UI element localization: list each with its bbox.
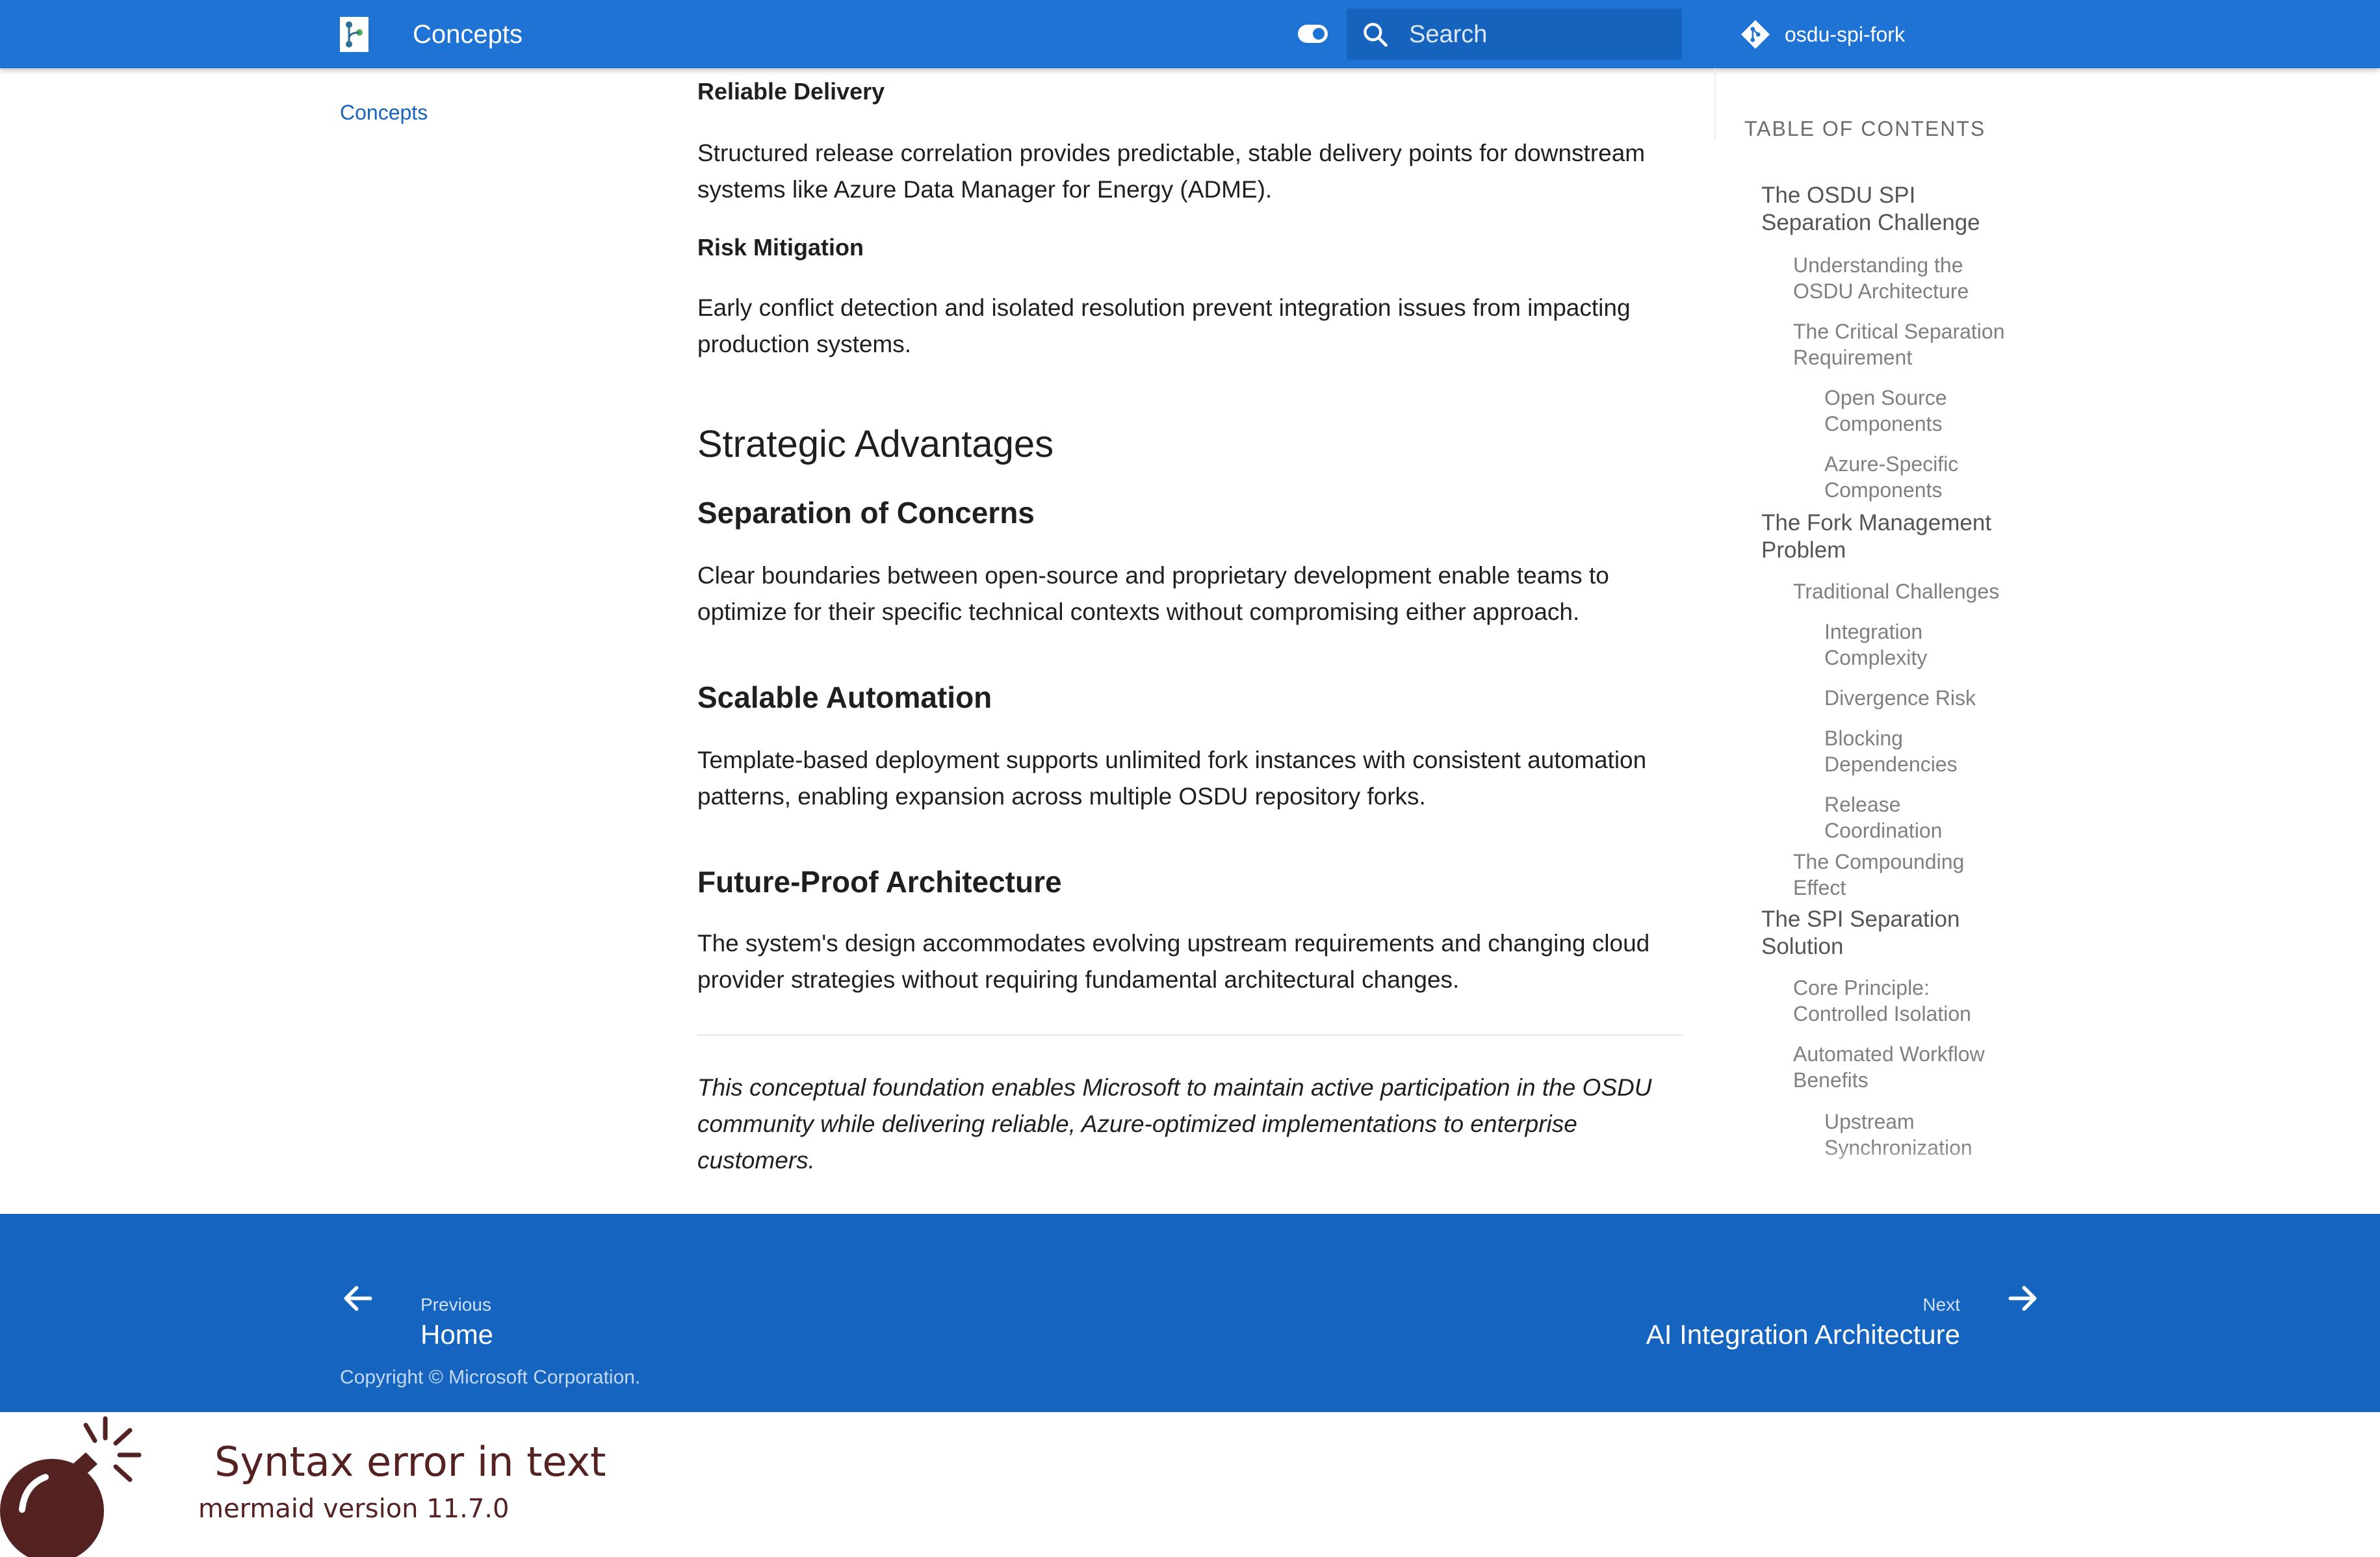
toc-item-label: Solution [1761,934,1844,959]
toc-item-label: Components [1824,478,1943,502]
toc-item[interactable]: Traditional Challenges [1793,578,2040,604]
closing-statement-3: customers. [697,1147,815,1174]
previous-caption: Previous [420,1294,491,1315]
theme-toggle-icon[interactable] [1298,25,1328,43]
toc-item-label: Controlled Isolation [1793,1002,1971,1025]
toc-item[interactable]: Divergence Risk [1824,685,2019,711]
arrow-left-icon [344,1285,372,1311]
toc-item-label: The Fork Management [1761,510,1992,535]
horizontal-divider [697,1035,1683,1036]
toc-item-label: The SPI Separation [1761,907,1960,932]
previous-title: Home [420,1319,494,1350]
toc-item-label: Complexity [1824,646,1928,669]
toc-item[interactable]: Blocking Dependencies [1824,725,2019,777]
separation-of-concerns-text-1: Clear boundaries between open-source and… [697,562,1609,589]
toc-item[interactable]: Release Coordination [1824,791,2019,843]
toc-item[interactable]: The Fork Management Problem [1761,509,2021,564]
scalable-automation-heading: Scalable Automation [697,680,992,714]
footer: Previous Home Next AI Integration Archit… [0,1214,2380,1412]
reliable-delivery-text-1: Structured release correlation provides … [697,140,1646,166]
next-caption: Next [1922,1294,1960,1315]
toc-item[interactable]: Integration Complexity [1824,619,2019,671]
search-box[interactable] [1347,8,1682,61]
toc-item-label: Integration [1824,620,1923,643]
separation-of-concerns-text-2: optimize for their specific technical co… [697,598,1580,625]
next-page-link[interactable]: Next AI Integration Architecture [1521,1253,2041,1350]
future-proof-text-1: The system's design accommodates evolvin… [697,930,1650,957]
toc-item-label: Azure-Specific [1824,452,1959,476]
toc-item[interactable]: Azure-Specific Components [1824,451,2019,503]
toc-item-label: Divergence Risk [1824,686,1976,710]
strategic-advantages-heading: Strategic Advantages [697,423,1054,465]
reliable-delivery-heading: Reliable Delivery [697,78,885,105]
toc-item-label: Automated Workflow [1793,1042,1985,1066]
error-version: mermaid version 11.7.0 [198,1494,510,1524]
toc-divider [1714,68,1716,140]
arrow-right-icon [2008,1285,2037,1311]
next-title: AI Integration Architecture [1646,1319,1960,1350]
closing-statement-2: community while delivering reliable, Azu… [697,1111,1577,1137]
toc-item-label: Upstream [1824,1110,1915,1133]
risk-mitigation-heading: Risk Mitigation [697,234,864,261]
toc-item[interactable]: The Critical Separation Requirement [1793,318,2040,370]
toc-fade [1744,1144,2043,1189]
toc-item-label: Effect [1793,876,1846,899]
toc-item-label: Problem [1761,537,1846,563]
future-proof-architecture-heading: Future-Proof Architecture [697,865,1062,899]
git-icon [1740,19,1770,49]
toc-item[interactable]: Automated Workflow Benefits [1793,1041,2040,1093]
toc-item-label: Coordination [1824,819,1943,842]
toc-item-label: Traditional Challenges [1793,580,2000,603]
closing-statement-1: This conceptual foundation enables Micro… [697,1074,1652,1101]
toc-item-label: Core Principle: [1793,976,1930,999]
separation-of-concerns-heading: Separation of Concerns [697,496,1035,530]
toc-item[interactable]: Core Principle: Controlled Isolation [1793,975,2040,1027]
search-icon [1364,23,1388,47]
toc-title: TABLE OF CONTENTS [1744,117,1986,140]
toc-item[interactable]: The Compounding Effect [1793,849,2040,901]
toc-item-label: Separation Challenge [1761,210,1980,235]
risk-mitigation-text-2: production systems. [697,331,912,357]
repo-name: osdu-spi-fork [1785,22,1905,46]
toc-item-label: Requirement [1793,346,1913,369]
toc-item-label: Dependencies [1824,753,1958,776]
toc-item-label: Components [1824,412,1943,435]
toc-item-label: Open Source [1824,386,1947,409]
scalable-automation-text-2: patterns, enabling expansion across mult… [697,783,1426,810]
toc-item[interactable]: Open Source Components [1824,385,2019,437]
future-proof-text-2: provider strategies without requiring fu… [697,966,1460,993]
risk-mitigation-text-1: Early conflict detection and isolated re… [697,294,1631,321]
toc-item-label: The Critical Separation [1793,320,2005,343]
toc-item[interactable]: Understanding the OSDU Architecture [1793,252,2040,304]
repo-link[interactable]: osdu-spi-fork [1739,18,1905,51]
toc-item-label: The OSDU SPI [1761,183,1916,208]
toc-item-label: OSDU Architecture [1793,279,1969,303]
mermaid-error-block: Syntax error in text mermaid version 11.… [0,1412,2380,1557]
copyright: Copyright © Microsoft Corporation. [340,1367,641,1388]
top-header: Concepts osdu-spi-fork [0,0,2380,68]
reliable-delivery-text-2: systems like Azure Data Manager for Ener… [697,176,1273,203]
site-title: Concepts [413,20,523,49]
toc-item[interactable]: The SPI Separation Solution [1761,906,2021,960]
error-title: Syntax error in text [214,1438,606,1486]
toc-item-label: Benefits [1793,1068,1869,1092]
search-input[interactable] [1408,8,1670,61]
toc-item-label: The Compounding [1793,850,1965,873]
scalable-automation-text-1: Template-based deployment supports unlim… [697,747,1647,773]
toc-item[interactable]: The OSDU SPI Separation Challenge [1761,182,2021,237]
previous-page-link[interactable]: Previous Home [340,1253,665,1350]
toc-item-label: Blocking [1824,727,1903,750]
logo-icon[interactable] [340,17,369,52]
toc-item-label: Release [1824,793,1901,816]
toc-item-label: Understanding the [1793,253,1963,277]
bomb-icon [0,1416,142,1557]
sidebar-item-concepts[interactable]: Concepts [340,101,428,125]
